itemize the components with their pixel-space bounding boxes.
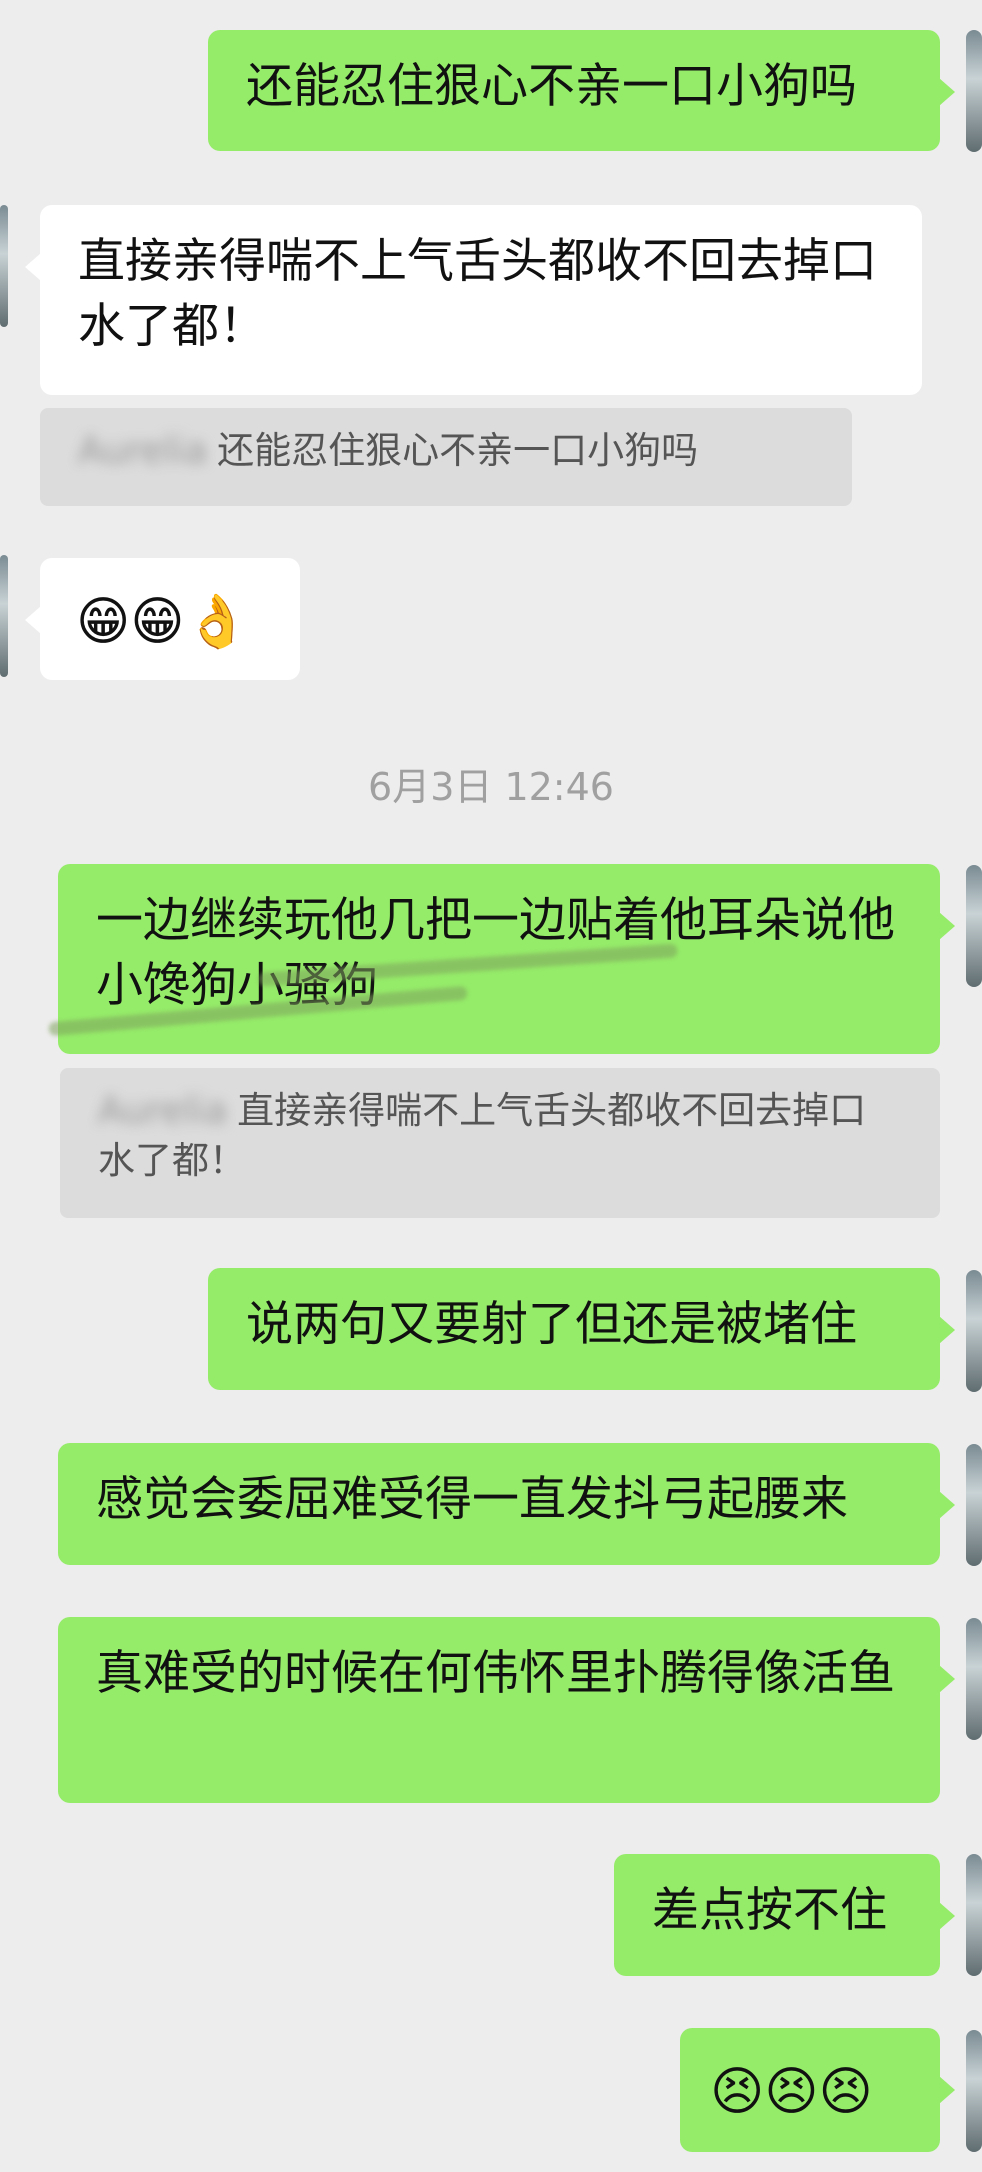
- message-text: 说两句又要射了但还是被堵住: [246, 1297, 857, 1352]
- grin-emoji-icon: 😁: [76, 591, 131, 652]
- message-text: 真难受的时候在何伟怀里扑腾得像活鱼: [96, 1646, 895, 1701]
- persevere-emoji-icon: 😣: [764, 2061, 819, 2122]
- message-text: 还能忍住狠心不亲一口小狗吗: [246, 59, 857, 114]
- avatar[interactable]: [966, 1444, 982, 1566]
- quoted-reply[interactable]: Aurelia 直接亲得喘不上气舌头都收不回去掉口水了都！: [60, 1068, 940, 1218]
- quote-sender: Aurelia: [98, 1089, 228, 1132]
- quote-text: 还能忍住狠心不亲一口小狗吗: [217, 429, 699, 472]
- message-text: 差点按不住: [652, 1883, 887, 1938]
- message-bubble-outgoing[interactable]: 感觉会委屈难受得一直发抖弓起腰来: [58, 1443, 955, 1565]
- avatar[interactable]: [0, 555, 8, 677]
- quote-sender: Aurelia: [78, 429, 208, 472]
- persevere-emoji-icon: 😣: [818, 2061, 873, 2122]
- message-bubble-incoming[interactable]: 直接亲得喘不上气舌头都收不回去掉口水了都！: [25, 205, 922, 395]
- avatar[interactable]: [966, 865, 982, 987]
- avatar[interactable]: [966, 30, 982, 152]
- message-text: 一边继续玩他几把一边贴着他耳朵说他小馋狗小骚狗: [96, 893, 895, 1013]
- ok-hand-emoji-icon: 👌: [184, 591, 250, 652]
- message-bubble-outgoing[interactable]: 😣😣😣: [680, 2028, 955, 2152]
- timestamp: 6月3日 12:46: [368, 765, 614, 809]
- message-text: 感觉会委屈难受得一直发抖弓起腰来: [96, 1472, 848, 1527]
- message-bubble-outgoing[interactable]: 一边继续玩他几把一边贴着他耳朵说他小馋狗小骚狗: [48, 864, 955, 1054]
- message-bubble-outgoing[interactable]: 真难受的时候在何伟怀里扑腾得像活鱼: [58, 1617, 955, 1803]
- message-bubble-outgoing[interactable]: 说两句又要射了但还是被堵住: [208, 1268, 955, 1390]
- avatar[interactable]: [966, 2030, 982, 2152]
- avatar[interactable]: [966, 1270, 982, 1392]
- avatar[interactable]: [966, 1854, 982, 1976]
- avatar[interactable]: [966, 1618, 982, 1740]
- message-bubble-outgoing[interactable]: 差点按不住: [614, 1854, 955, 1976]
- avatar[interactable]: [0, 205, 8, 327]
- quoted-reply[interactable]: Aurelia 还能忍住狠心不亲一口小狗吗: [40, 408, 852, 506]
- message-bubble-outgoing[interactable]: 还能忍住狠心不亲一口小狗吗: [208, 30, 955, 151]
- persevere-emoji-icon: 😣: [710, 2061, 765, 2122]
- message-bubble-incoming[interactable]: 😁😁👌: [25, 558, 300, 680]
- grin-emoji-icon: 😁: [130, 591, 185, 652]
- message-text: 直接亲得喘不上气舌头都收不回去掉口水了都！: [78, 234, 877, 354]
